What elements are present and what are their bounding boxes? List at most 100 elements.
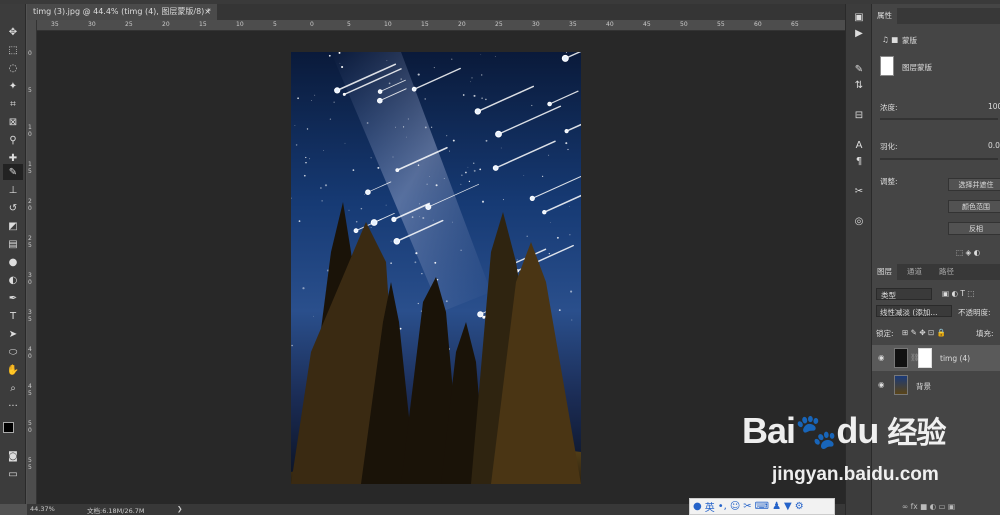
properties-tabbar: 属性 <box>872 8 1000 24</box>
clone-stamp-tool-icon[interactable]: ⊥ <box>3 182 23 198</box>
blur-tool-icon[interactable]: ● <box>3 254 23 270</box>
feather-value[interactable]: 0.0 <box>988 141 1000 150</box>
pen-tool-icon[interactable]: ✒ <box>3 290 23 306</box>
layer-name[interactable]: 背景 <box>916 381 931 392</box>
more-tools-icon[interactable]: ··· <box>3 398 23 414</box>
crop-tool-icon[interactable]: ⌗ <box>3 96 23 112</box>
zoom-level[interactable]: 44.37% <box>30 505 55 513</box>
layer-filter-select[interactable]: 类型 <box>876 288 932 300</box>
tab-channels[interactable]: 通道 <box>902 264 927 280</box>
adjustments-panel-icon[interactable]: ⇅ <box>851 78 867 92</box>
paragraph-panel-icon[interactable]: ¶ <box>851 154 867 168</box>
brush-panel-icon[interactable]: ✎ <box>851 62 867 76</box>
ruler-tick-label: 45 <box>28 383 32 397</box>
tab-properties[interactable]: 属性 <box>872 8 897 24</box>
blend-mode-select[interactable]: 线性减淡 (添加... <box>876 305 952 317</box>
shape-tool-icon[interactable]: ⬭ <box>3 344 23 360</box>
horizontal-ruler[interactable]: 35 30 25 20 15 10 5 0 5 10 15 20 25 30 35 40 45 50 55 60 65 <box>37 20 845 31</box>
tab-layers[interactable]: 图层 <box>872 264 897 280</box>
history-panel-icon[interactable]: ▣ <box>851 10 867 24</box>
tab-paths[interactable]: 路径 <box>934 264 959 280</box>
ruler-tick-label: 10 <box>28 124 32 138</box>
image-canvas[interactable] <box>291 52 581 484</box>
gradient-tool-icon[interactable]: ▤ <box>3 236 23 252</box>
mask-thumbnail[interactable] <box>880 56 894 76</box>
close-icon[interactable]: × <box>204 4 211 20</box>
libraries-panel-icon[interactable]: ◎ <box>851 214 867 228</box>
pixel-mask-icon[interactable]: ♫ ■ <box>882 35 898 44</box>
tab-strip <box>217 4 845 20</box>
ime-user-icon[interactable]: ♟ <box>772 501 781 512</box>
ime-scissors-icon[interactable]: ✂ <box>743 501 751 512</box>
density-label: 浓度: <box>880 103 898 112</box>
dodge-tool-icon[interactable]: ◐ <box>3 272 23 288</box>
ruler-tick-label: 30 <box>532 21 540 28</box>
ruler-tick-label: 30 <box>88 21 96 28</box>
ruler-tick-label: 25 <box>28 235 32 249</box>
ime-language[interactable]: 英 <box>705 499 715 514</box>
ruler-tick-label: 55 <box>28 457 32 471</box>
actions-play-icon[interactable]: ▶ <box>851 26 867 40</box>
history-brush-tool-icon[interactable]: ↺ <box>3 200 23 216</box>
lock-label: 锁定: <box>876 329 894 338</box>
ruler-tick-label: 15 <box>28 161 32 175</box>
foreground-color-swatch[interactable] <box>3 422 14 433</box>
ruler-tick-label: 25 <box>125 21 133 28</box>
density-slider[interactable] <box>880 118 998 120</box>
visibility-eye-icon[interactable]: ◉ <box>878 380 885 389</box>
invert-button[interactable]: 反相 <box>948 222 1000 235</box>
properties-panel-icon[interactable]: ⊟ <box>851 108 867 122</box>
type-tool-icon[interactable]: T <box>3 308 23 324</box>
ruler-tick-label: 30 <box>28 272 32 286</box>
layer-bottom-icons[interactable]: ∞ fx ■ ◐ ▭ ▣ <box>902 502 955 511</box>
frame-tool-icon[interactable]: ⊠ <box>3 114 23 130</box>
ruler-tick-label: 25 <box>495 21 503 28</box>
ruler-tick-label: 35 <box>569 21 577 28</box>
move-tool-icon[interactable]: ✥ <box>3 24 23 40</box>
layer-row-timg4[interactable]: ◉ ⛓ timg (4) <box>872 345 1000 371</box>
watermark-url: jingyan.baidu.com <box>772 464 939 485</box>
tool-presets-icon[interactable]: ✂ <box>851 184 867 198</box>
color-range-button[interactable]: 颜色范围 <box>948 200 1000 213</box>
document-size[interactable]: 文档:6.18M/26.7M <box>87 505 145 515</box>
feather-slider[interactable] <box>880 158 998 160</box>
ime-punctuation-icon[interactable]: •, <box>718 501 727 512</box>
zoom-tool-icon[interactable]: ⌕ <box>3 380 23 396</box>
ime-emoji-icon[interactable]: ☺ <box>730 501 740 512</box>
document-area: timg (3).jpg @ 44.4% (timg (4), 图层蒙版/8) … <box>27 4 845 504</box>
status-arrow-icon[interactable]: ❯ <box>177 505 182 513</box>
ruler-tick-label: 55 <box>717 21 725 28</box>
ime-skin-icon[interactable]: ▼ <box>784 501 792 512</box>
vertical-ruler[interactable]: 0 5 10 15 20 25 30 35 40 45 50 55 <box>27 20 37 504</box>
ime-logo-icon[interactable]: ● <box>693 501 702 512</box>
path-selection-tool-icon[interactable]: ➤ <box>3 326 23 342</box>
marquee-tool-icon[interactable]: ⬚ <box>3 42 23 58</box>
visibility-eye-icon[interactable]: ◉ <box>878 353 885 362</box>
lasso-tool-icon[interactable]: ◌ <box>3 60 23 76</box>
character-panel-icon[interactable]: A <box>851 138 867 152</box>
magic-wand-tool-icon[interactable]: ✦ <box>3 78 23 94</box>
screen-mode-icon[interactable]: ▭ <box>3 466 23 482</box>
ruler-tick-label: 5 <box>273 21 277 28</box>
document-tab[interactable]: timg (3).jpg @ 44.4% (timg (4), 图层蒙版/8) … <box>27 4 217 20</box>
ruler-tick-label: 10 <box>236 21 244 28</box>
eyedropper-tool-icon[interactable]: ⚲ <box>3 132 23 148</box>
quick-mask-icon[interactable]: ◙ <box>3 448 23 464</box>
lock-icons[interactable]: ⊞ ✎ ✥ ⊡ 🔒 <box>902 328 946 337</box>
ime-settings-icon[interactable]: ⚙ <box>795 501 804 512</box>
ruler-tick-label: 35 <box>51 21 59 28</box>
eraser-tool-icon[interactable]: ◩ <box>3 218 23 234</box>
feather-label: 羽化: <box>880 142 898 151</box>
layer-name[interactable]: timg (4) <box>940 354 970 363</box>
ime-toolbar[interactable]: ● 英 •, ☺ ✂ ⌨ ♟ ▼ ⚙ <box>689 498 835 515</box>
layer-filter-icons[interactable]: ▣ ◐ T ⬚ <box>942 289 974 298</box>
select-and-mask-button[interactable]: 选择并遮住 <box>948 178 1000 191</box>
layer-mask-thumbnail[interactable] <box>918 348 932 368</box>
brush-tool-icon[interactable]: ✎ <box>3 164 23 180</box>
ruler-tick-label: 5 <box>347 21 351 28</box>
hand-tool-icon[interactable]: ✋ <box>3 362 23 378</box>
mask-options-icons[interactable]: ⬚ ◈ ◐ <box>956 248 980 257</box>
ime-keyboard-icon[interactable]: ⌨ <box>755 501 769 512</box>
density-value[interactable]: 100 <box>988 102 1000 111</box>
layer-row-background[interactable]: ◉ 背景 <box>872 372 1000 398</box>
